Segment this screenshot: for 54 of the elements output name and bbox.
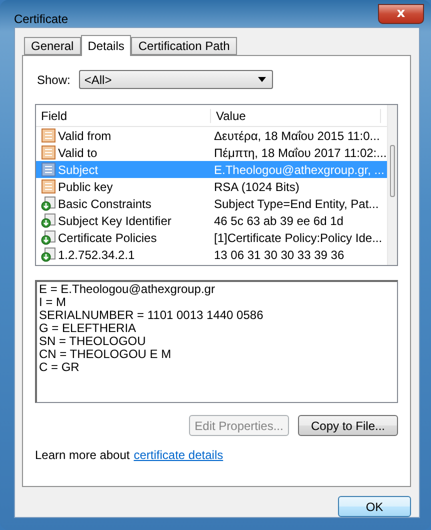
list-row[interactable]: Certificate Policies [1]Certificate Policy:Policy Ide... xyxy=(36,229,387,246)
learn-more-text: Learn more about xyxy=(35,448,130,462)
details-box[interactable]: E = E.Theologou@athexgroup.gr I = M SERIALNUMBER = 1101 0013 1440 0586 G = ELEFTHERIA SN = THEOLOGOU CN = THEOLOGOU E M C = GR xyxy=(35,280,398,403)
document-icon xyxy=(41,162,56,177)
certificate-details-link[interactable]: certificate details xyxy=(134,448,224,462)
field-value: [1]Certificate Policy:Policy Ide... xyxy=(213,230,382,244)
details-line: CN = THEOLOGOU E M xyxy=(39,348,172,361)
close-button[interactable]: x xyxy=(378,4,424,24)
list-row[interactable]: Valid from Δευτέρα, 18 Μαΐου 2015 11:0... xyxy=(36,127,387,144)
field-value: Subject Type=End Entity, Pat... xyxy=(213,196,379,210)
field-value: Πέμπτη, 18 Μαΐου 2017 11:02:... xyxy=(213,146,387,160)
window-title: Certificate xyxy=(14,12,68,26)
field-name: Public key xyxy=(58,180,113,194)
download-arrow-icon xyxy=(41,230,56,245)
copy-to-file-button[interactable]: Copy to File... xyxy=(298,415,398,436)
list-row[interactable]: Public key RSA (1024 Bits) xyxy=(36,178,387,195)
list-row[interactable]: Subject Key Identifier 46 5c 63 ab 39 ee 6d 1d xyxy=(36,212,387,229)
details-line: SN = THEOLOGOU xyxy=(39,335,147,348)
scrollbar[interactable] xyxy=(386,105,397,265)
column-header[interactable]: Field xyxy=(36,108,211,122)
document-icon xyxy=(41,128,56,143)
tab[interactable]: General xyxy=(24,37,81,55)
list-row[interactable]: Basic Constraints Subject Type=End Entity, Pat... xyxy=(36,195,387,212)
field-name: Valid from xyxy=(58,128,112,142)
details-line: I = M xyxy=(39,296,66,309)
field-value: RSA (1024 Bits) xyxy=(213,180,300,194)
field-name: Basic Constraints xyxy=(58,196,152,210)
field-value: 46 5c 63 ab 39 ee 6d 1d xyxy=(213,214,344,228)
download-arrow-icon xyxy=(41,213,56,228)
document-icon xyxy=(41,179,56,194)
show-label: Show: xyxy=(37,72,70,86)
caret-icon xyxy=(258,77,266,82)
field-value: Δευτέρα, 18 Μαΐου 2015 11:0... xyxy=(213,128,380,142)
details-line: G = ELEFTHERIA xyxy=(39,322,138,335)
field-name: 1.2.752.34.2.1 xyxy=(58,248,135,262)
tab[interactable]: Certification Path xyxy=(131,37,237,55)
field-value: E.Theologou@athexgroup.gr, ... xyxy=(213,162,384,176)
details-line: SERIALNUMBER = 1101 0013 1440 0586 xyxy=(39,309,264,322)
download-arrow-icon xyxy=(41,247,56,262)
ok-button[interactable]: OK xyxy=(338,496,411,517)
download-arrow-icon xyxy=(41,196,56,211)
show-dropdown[interactable]: <All> xyxy=(79,70,274,89)
field-name: Certificate Policies xyxy=(58,230,157,244)
list-row[interactable]: Valid to Πέμπτη, 18 Μαΐου 2017 11:02:... xyxy=(36,144,387,161)
field-name: Subject Key Identifier xyxy=(58,214,172,228)
details-line: E = E.Theologou@athexgroup.gr xyxy=(39,283,216,296)
document-icon xyxy=(41,145,56,160)
field-name: Subject xyxy=(58,162,98,176)
tab[interactable]: Details xyxy=(80,35,132,56)
field-name: Valid to xyxy=(58,146,98,160)
details-line: C = GR xyxy=(39,361,80,374)
list-row[interactable]: 1.2.752.34.2.1 13 06 31 30 30 33 39 36 xyxy=(36,246,387,263)
column-header[interactable]: Value xyxy=(211,108,381,122)
field-value: 13 06 31 30 30 33 39 36 xyxy=(213,248,344,262)
